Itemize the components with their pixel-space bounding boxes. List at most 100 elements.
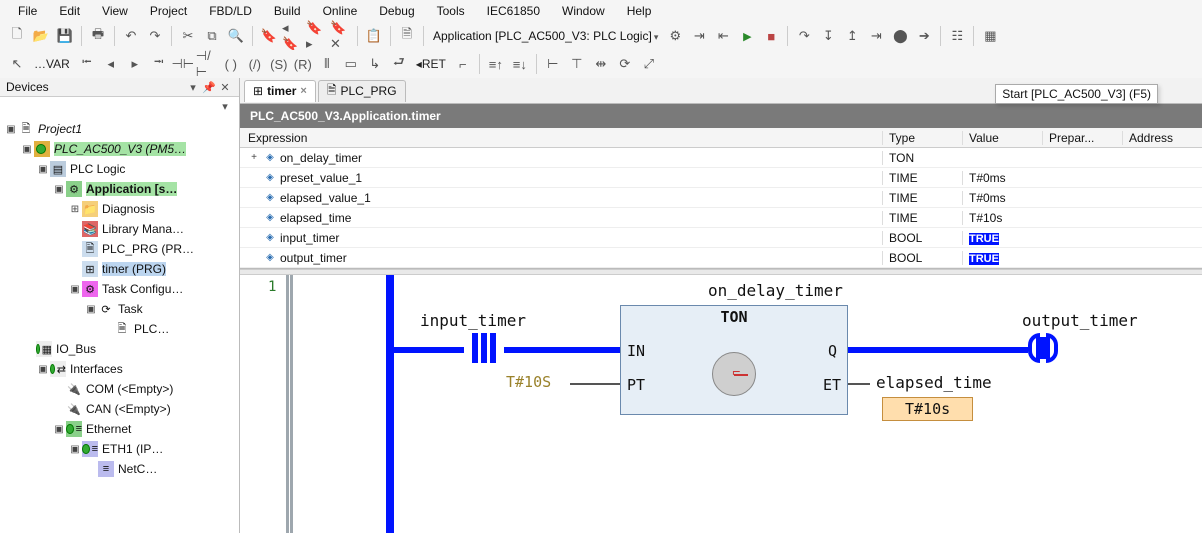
menu-project[interactable]: Project — [140, 2, 197, 20]
start-button[interactable]: ▶ — [736, 25, 758, 47]
variable-value[interactable]: T#0ms — [962, 171, 1042, 185]
save-button[interactable]: 💾 — [54, 25, 76, 47]
step-out-button[interactable]: ↥ — [841, 25, 863, 47]
menu-fbdld[interactable]: FBD/LD — [199, 2, 262, 20]
parallel-button[interactable]: ⫴ — [316, 53, 338, 75]
menu-view[interactable]: View — [92, 2, 138, 20]
fbd-diagram[interactable]: 1 on_delay_timer input_timer TON IN PT Q… — [240, 275, 1202, 533]
variable-value[interactable]: T#0ms — [962, 191, 1042, 205]
nav-prev-button[interactable]: ◂ — [100, 53, 122, 75]
set-coil-button[interactable]: (S) — [268, 53, 290, 75]
run-to-cursor-button[interactable]: ⇥ — [865, 25, 887, 47]
neg-coil-button[interactable]: (/) — [244, 53, 266, 75]
contact-input-timer[interactable] — [464, 333, 504, 363]
find-button[interactable]: 🔍 — [225, 25, 247, 47]
align-left-button[interactable]: ⊢ — [542, 53, 564, 75]
tree-ethernet[interactable]: ▣ ≡Ethernet — [0, 419, 239, 439]
display-mode-button[interactable]: ☷ — [946, 25, 968, 47]
expand-icon[interactable]: + — [248, 152, 260, 163]
variable-row[interactable]: elapsed_value_1TIMET#0ms — [240, 188, 1202, 208]
watch-button[interactable]: ▦ — [979, 25, 1001, 47]
redo-button[interactable]: ↷ — [144, 25, 166, 47]
copy-button[interactable]: ⧉ — [201, 25, 223, 47]
menu-online[interactable]: Online — [313, 2, 368, 20]
tab-timer[interactable]: ⊞ timer × — [244, 80, 316, 102]
menu-window[interactable]: Window — [552, 2, 615, 20]
tree-com[interactable]: 🔌COM (<Empty>) — [0, 379, 239, 399]
variable-row[interactable]: +on_delay_timerTON — [240, 148, 1202, 168]
ton-block[interactable]: TON IN PT Q ET — [620, 305, 848, 415]
bookmark-clear-button[interactable]: 🔖✕ — [330, 25, 352, 47]
paste-button[interactable]: 📋 — [363, 25, 385, 47]
step-into-button[interactable]: ↧ — [817, 25, 839, 47]
return-button[interactable]: ⮐ — [388, 53, 410, 75]
login-button[interactable]: ⇥ — [688, 25, 710, 47]
variable-value[interactable]: T#10s — [962, 211, 1042, 225]
variable-row[interactable]: input_timerBOOLTRUE — [240, 228, 1202, 248]
tree-library-manager[interactable]: 📚Library Mana… — [0, 219, 239, 239]
rung-above-button[interactable]: ≡↑ — [485, 53, 507, 75]
next-bp-button[interactable]: ➔ — [913, 25, 935, 47]
col-type[interactable]: Type — [882, 131, 962, 145]
new-pou-button[interactable]: 🗎 — [396, 25, 418, 47]
branch-button[interactable]: ⌐ — [452, 53, 474, 75]
bookmark-button[interactable]: 🔖 — [258, 25, 280, 47]
tree-diagnosis[interactable]: ⊞ 📁Diagnosis — [0, 199, 239, 219]
bookmark-next-button[interactable]: 🔖▸ — [306, 25, 328, 47]
stop-button[interactable]: ■ — [760, 25, 782, 47]
tree-can[interactable]: 🔌CAN (<Empty>) — [0, 399, 239, 419]
menu-build[interactable]: Build — [264, 2, 311, 20]
variable-row[interactable]: preset_value_1TIMET#0ms — [240, 168, 1202, 188]
panel-dropdown-icon[interactable]: ▾ — [185, 81, 201, 94]
tab-plcprg[interactable]: 🗎 PLC_PRG — [318, 80, 406, 102]
bookmark-prev-button[interactable]: ◂🔖 — [282, 25, 304, 47]
toggle-bp-button[interactable]: ⬤ — [889, 25, 911, 47]
application-selector[interactable]: Application [PLC_AC500_V3: PLC Logic] — [429, 29, 662, 43]
menu-debug[interactable]: Debug — [369, 2, 424, 20]
expand-button[interactable]: ⤢ — [638, 53, 660, 75]
reset-coil-button[interactable]: (R) — [292, 53, 314, 75]
tree-task-config[interactable]: ▣ ⚙Task Configu… — [0, 279, 239, 299]
build-button[interactable]: ⚙ — [664, 25, 686, 47]
step-over-button[interactable]: ↷ — [793, 25, 815, 47]
variable-value[interactable]: TRUE — [962, 231, 1042, 245]
block-button[interactable]: ▭ — [340, 53, 362, 75]
align-top-button[interactable]: ⊤ — [566, 53, 588, 75]
print-button[interactable]: 🖶 — [87, 25, 109, 47]
tree-timer[interactable]: ⊞timer (PRG) — [0, 259, 239, 279]
tree-io-bus[interactable]: ▦IO_Bus — [0, 339, 239, 359]
new-button[interactable]: 🗋 — [6, 25, 28, 47]
pin-icon[interactable]: 📌 — [201, 81, 217, 94]
col-prepared[interactable]: Prepar... — [1042, 131, 1122, 145]
coil-output-timer[interactable] — [1028, 333, 1058, 363]
menu-tools[interactable]: Tools — [427, 2, 475, 20]
col-value[interactable]: Value — [962, 131, 1042, 145]
refresh-button[interactable]: ⟳ — [614, 53, 636, 75]
variable-row[interactable]: elapsed_timeTIMET#10s — [240, 208, 1202, 228]
jump-button[interactable]: ↳ — [364, 53, 386, 75]
open-button[interactable]: 📂 — [30, 25, 52, 47]
tree-plc-leaf[interactable]: 🗎PLC… — [0, 319, 239, 339]
tree-task[interactable]: ▣ ⟳Task — [0, 299, 239, 319]
tree-project[interactable]: ▣ 🗎Project1 — [0, 119, 239, 139]
cursor-tool-button[interactable]: ↖ — [6, 53, 28, 75]
nav-first-button[interactable]: ⭰ — [76, 53, 98, 75]
device-tree[interactable]: ▣ 🗎Project1 ▣ PLC_AC500_V3 (PM5… ▣ ▤PLC … — [0, 115, 239, 533]
close-icon[interactable]: × — [300, 85, 306, 97]
tree-netc[interactable]: ≡NetC… — [0, 459, 239, 479]
variable-row[interactable]: output_timerBOOLTRUE — [240, 248, 1202, 268]
tree-plcprg[interactable]: 🗎PLC_PRG (PR… — [0, 239, 239, 259]
close-icon[interactable]: ✕ — [217, 81, 233, 94]
cut-button[interactable]: ✂ — [177, 25, 199, 47]
menu-iec61850[interactable]: IEC61850 — [477, 2, 550, 20]
distribute-button[interactable]: ⇹ — [590, 53, 612, 75]
tree-plc-logic[interactable]: ▣ ▤PLC Logic — [0, 159, 239, 179]
nav-last-button[interactable]: ⭲ — [148, 53, 170, 75]
tree-plc[interactable]: ▣ PLC_AC500_V3 (PM5… — [0, 139, 239, 159]
nav-next-button[interactable]: ▸ — [124, 53, 146, 75]
undo-button[interactable]: ↶ — [120, 25, 142, 47]
coil-button[interactable]: ( ) — [220, 53, 242, 75]
neg-contact-button[interactable]: ⊣/⊢ — [196, 53, 218, 75]
rung-below-button[interactable]: ≡↓ — [509, 53, 531, 75]
logout-button[interactable]: ⇤ — [712, 25, 734, 47]
